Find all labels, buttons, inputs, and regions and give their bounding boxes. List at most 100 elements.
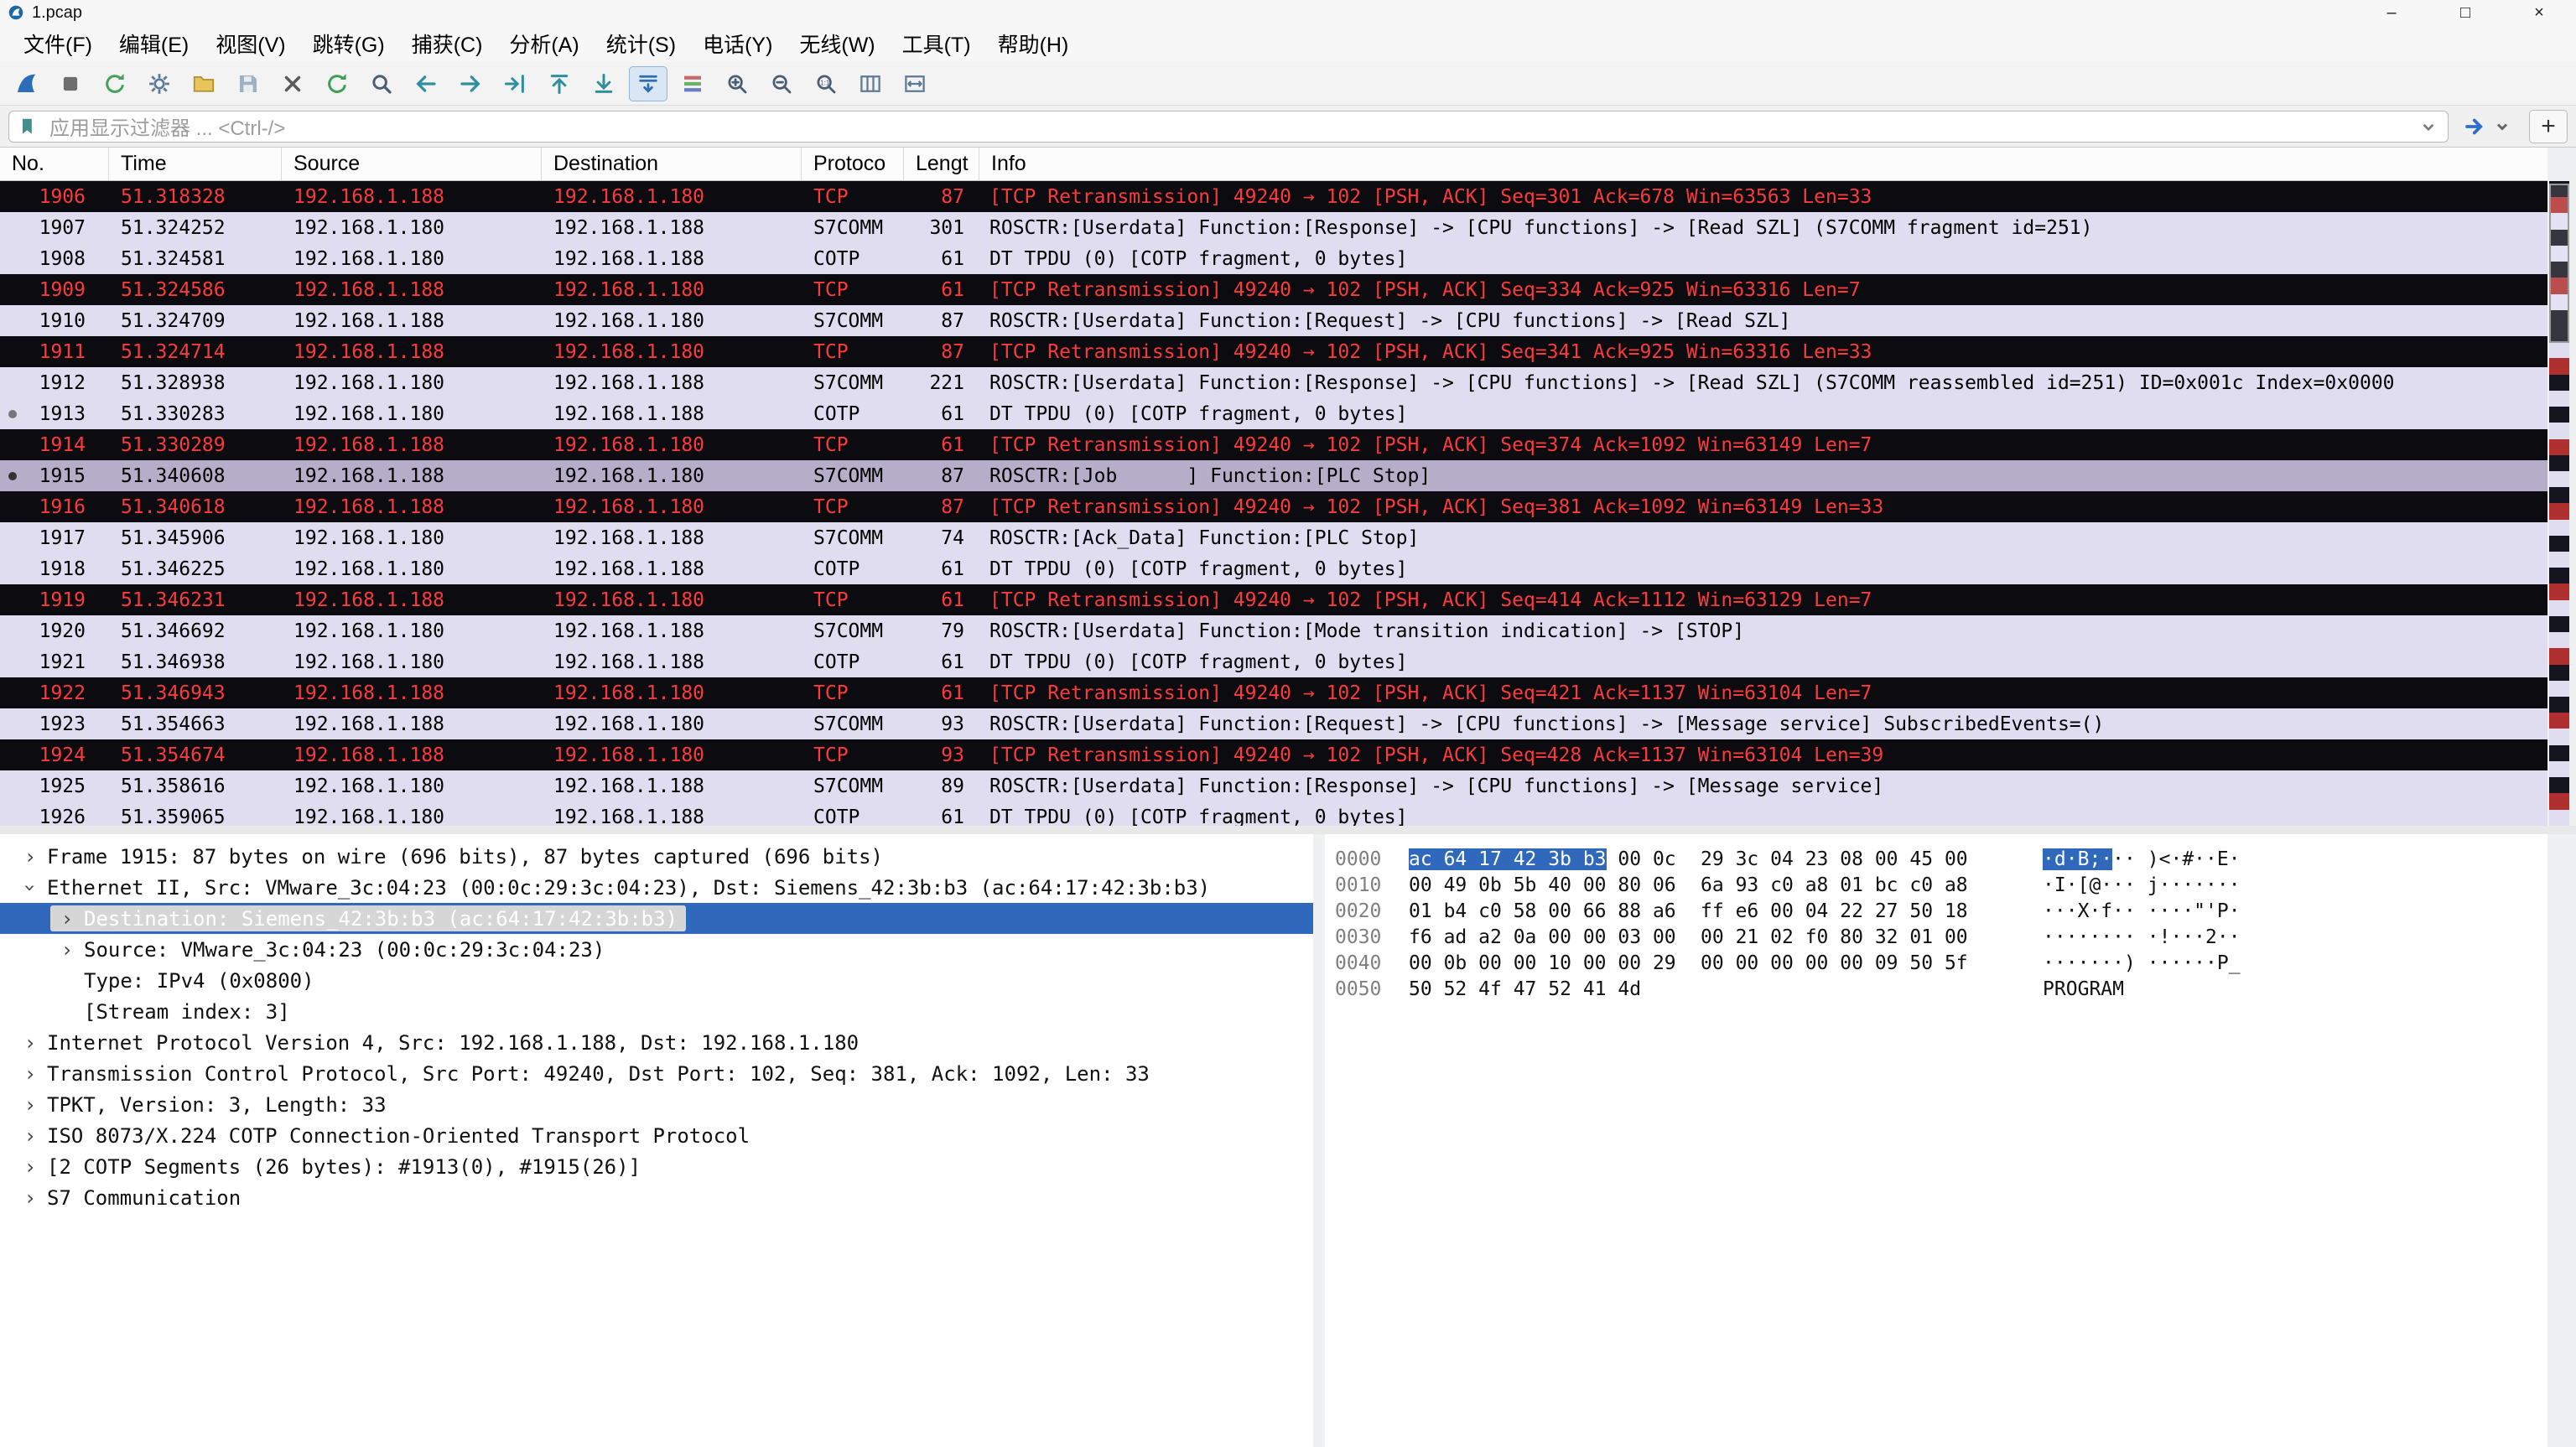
- packet-row[interactable]: 191051.324709192.168.1.188192.168.1.180S…: [0, 305, 2547, 336]
- zoom-out-button[interactable]: [762, 66, 801, 101]
- detail-line[interactable]: ›Transmission Control Protocol, Src Port…: [0, 1058, 1313, 1089]
- hex-row[interactable]: 002001 b4 c0 58 00 66 88 a6ff e6 00 04 2…: [1335, 898, 2547, 924]
- expander-icon[interactable]: ›: [13, 1093, 47, 1117]
- expander-icon[interactable]: ›: [50, 938, 84, 962]
- detail-line[interactable]: ›Destination: Siemens_42:3b:b3 (ac:64:17…: [0, 903, 1313, 934]
- detail-line[interactable]: ›Ethernet II, Src: VMware_3c:04:23 (00:0…: [0, 872, 1313, 903]
- menu-item[interactable]: 帮助(H): [984, 25, 1083, 62]
- menubar: 文件(F)编辑(E)视图(V)跳转(G)捕获(C)分析(A)统计(S)电话(Y)…: [0, 25, 2576, 62]
- filter-apply-button[interactable]: [2457, 110, 2521, 143]
- menu-item[interactable]: 跳转(G): [299, 25, 398, 62]
- menu-item[interactable]: 工具(T): [889, 25, 984, 62]
- packet-row[interactable]: 191451.330289192.168.1.188192.168.1.180T…: [0, 429, 2547, 460]
- packet-row[interactable]: 192551.358616192.168.1.180192.168.1.188S…: [0, 770, 2547, 801]
- restart-capture-button[interactable]: [96, 66, 134, 101]
- go-to-packet-button[interactable]: [496, 66, 534, 101]
- expander-icon[interactable]: ›: [13, 1155, 47, 1179]
- colorize-button[interactable]: [673, 66, 712, 101]
- packet-row[interactable]: 191751.345906192.168.1.180192.168.1.188S…: [0, 522, 2547, 553]
- packet-row[interactable]: 192151.346938192.168.1.180192.168.1.188C…: [0, 646, 2547, 677]
- packet-row[interactable]: 190951.324586192.168.1.188192.168.1.180T…: [0, 274, 2547, 305]
- stop-capture-button[interactable]: [51, 66, 90, 101]
- go-first-button[interactable]: [540, 66, 579, 101]
- menu-item[interactable]: 视图(V): [202, 25, 299, 62]
- zoom-original-button[interactable]: 1:1: [807, 66, 845, 101]
- expander-icon[interactable]: ›: [13, 845, 47, 869]
- maximize-button[interactable]: □: [2428, 0, 2502, 25]
- go-back-button[interactable]: [407, 66, 445, 101]
- resize-columns-button[interactable]: [851, 66, 890, 101]
- display-filter-input[interactable]: 应用显示过滤器 ... <Ctrl-/>: [8, 111, 2449, 143]
- hex-row[interactable]: 0030f6 ad a2 0a 00 00 03 0000 21 02 f0 8…: [1335, 924, 2547, 950]
- detail-line[interactable]: ›Source: VMware_3c:04:23 (00:0c:29:3c:04…: [0, 934, 1313, 965]
- detail-line[interactable]: Type: IPv4 (0x0800): [0, 965, 1313, 996]
- filter-add-button[interactable]: +: [2529, 110, 2568, 143]
- packet-row[interactable]: 192651.359065192.168.1.180192.168.1.188C…: [0, 801, 2547, 826]
- column-header-len[interactable]: Lengt: [904, 148, 979, 180]
- hex-row[interactable]: 0000ac 64 17 42 3b b3 00 0c29 3c 04 23 0…: [1335, 846, 2547, 872]
- save-file-button[interactable]: [229, 66, 267, 101]
- expander-icon[interactable]: ›: [18, 871, 42, 905]
- hex-row[interactable]: 001000 49 0b 5b 40 00 80 066a 93 c0 a8 0…: [1335, 872, 2547, 898]
- column-header-proto[interactable]: Protoco: [802, 148, 904, 180]
- menu-item[interactable]: 电话(Y): [689, 25, 786, 62]
- packet-row[interactable]: 192251.346943192.168.1.188192.168.1.180T…: [0, 677, 2547, 708]
- go-forward-button[interactable]: [451, 66, 490, 101]
- expander-icon[interactable]: ›: [13, 1186, 47, 1210]
- packet-row[interactable]: 190751.324252192.168.1.180192.168.1.188S…: [0, 212, 2547, 243]
- detail-line[interactable]: ›[2 COTP Segments (26 bytes): #1913(0), …: [0, 1151, 1313, 1182]
- packet-row[interactable]: 191951.346231192.168.1.188192.168.1.180T…: [0, 584, 2547, 615]
- auto-scroll-button[interactable]: [629, 66, 667, 101]
- expander-icon[interactable]: ›: [13, 1031, 47, 1055]
- open-file-button[interactable]: [184, 66, 223, 101]
- expander-icon[interactable]: ›: [50, 907, 84, 931]
- packet-row[interactable]: 191351.330283192.168.1.180192.168.1.188C…: [0, 398, 2547, 429]
- menu-item[interactable]: 文件(F): [10, 25, 106, 62]
- menu-item[interactable]: 无线(W): [786, 25, 888, 62]
- zoom-in-button[interactable]: [718, 66, 756, 101]
- column-header-dst[interactable]: Destination: [542, 148, 802, 180]
- packet-row[interactable]: 191851.346225192.168.1.180192.168.1.188C…: [0, 553, 2547, 584]
- menu-item[interactable]: 捕获(C): [398, 25, 496, 62]
- find-packet-button[interactable]: [362, 66, 401, 101]
- packet-row[interactable]: 191151.324714192.168.1.188192.168.1.180T…: [0, 336, 2547, 367]
- start-capture-button[interactable]: [7, 66, 45, 101]
- packet-row[interactable]: 192351.354663192.168.1.188192.168.1.180S…: [0, 708, 2547, 739]
- column-header-src[interactable]: Source: [282, 148, 542, 180]
- filter-dropdown-icon[interactable]: [2418, 116, 2439, 137]
- menu-item[interactable]: 分析(A): [496, 25, 592, 62]
- detail-line[interactable]: ›Frame 1915: 87 bytes on wire (696 bits)…: [0, 841, 1313, 872]
- menu-item[interactable]: 统计(S): [593, 25, 689, 62]
- detail-line[interactable]: ›Internet Protocol Version 4, Src: 192.1…: [0, 1027, 1313, 1058]
- hex-row[interactable]: 004000 0b 00 00 10 00 00 2900 00 00 00 0…: [1335, 950, 2547, 976]
- packet-row[interactable]: 190651.318328192.168.1.188192.168.1.180T…: [0, 181, 2547, 212]
- reload-file-button[interactable]: [318, 66, 356, 101]
- menu-item[interactable]: 编辑(E): [106, 25, 202, 62]
- column-header-time[interactable]: Time: [109, 148, 282, 180]
- packet-list-minimap[interactable]: [2549, 181, 2569, 826]
- minimize-button[interactable]: –: [2355, 0, 2428, 25]
- column-header-no[interactable]: No.: [0, 148, 109, 180]
- packet-row[interactable]: 191251.328938192.168.1.180192.168.1.188S…: [0, 367, 2547, 398]
- expander-icon[interactable]: ›: [13, 1124, 47, 1148]
- capture-options-button[interactable]: [140, 66, 179, 101]
- filter-bookmark-icon[interactable]: [18, 116, 39, 137]
- detail-line[interactable]: ›ISO 8073/X.224 COTP Connection-Oriented…: [0, 1120, 1313, 1151]
- packet-row[interactable]: 192451.354674192.168.1.188192.168.1.180T…: [0, 739, 2547, 770]
- hex-row[interactable]: 005050 52 4f 47 52 41 4dPROGRAM: [1335, 976, 2547, 1002]
- packet-row[interactable]: 191551.340608192.168.1.188192.168.1.180S…: [0, 460, 2547, 491]
- detail-line[interactable]: ›S7 Communication: [0, 1182, 1313, 1213]
- go-last-button[interactable]: [584, 66, 623, 101]
- close-button[interactable]: ×: [2502, 0, 2576, 25]
- packet-row[interactable]: 190851.324581192.168.1.180192.168.1.188C…: [0, 243, 2547, 274]
- packet-row[interactable]: 192051.346692192.168.1.180192.168.1.188S…: [0, 615, 2547, 646]
- packet-row[interactable]: 191651.340618192.168.1.188192.168.1.180T…: [0, 491, 2547, 522]
- detail-line[interactable]: [Stream index: 3]: [0, 996, 1313, 1027]
- minimap-thumb[interactable]: [2549, 184, 2569, 343]
- pane-splitter[interactable]: [0, 826, 2576, 834]
- column-header-info[interactable]: Info: [979, 148, 2547, 180]
- detail-line[interactable]: ›TPKT, Version: 3, Length: 33: [0, 1089, 1313, 1120]
- expander-icon[interactable]: ›: [13, 1062, 47, 1086]
- close-file-button[interactable]: [273, 66, 312, 101]
- reset-columns-button[interactable]: [896, 66, 934, 101]
